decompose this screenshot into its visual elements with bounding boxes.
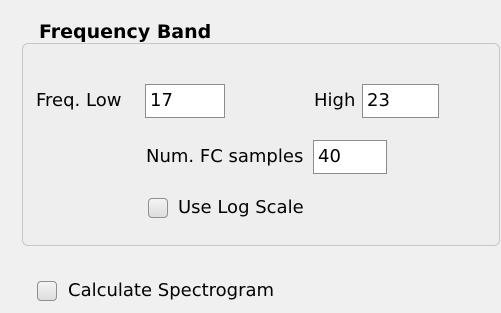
frequency-band-title: Frequency Band xyxy=(34,21,217,43)
calculate-spectrogram-box[interactable] xyxy=(37,281,57,301)
freq-low-input[interactable]: 17 xyxy=(145,84,225,118)
calculate-spectrogram-label[interactable]: Calculate Spectrogram xyxy=(68,280,274,302)
high-input[interactable]: 23 xyxy=(362,84,439,118)
num-fc-samples-input[interactable]: 40 xyxy=(313,140,387,174)
use-log-scale-label[interactable]: Use Log Scale xyxy=(178,197,304,219)
num-fc-samples-label: Num. FC samples xyxy=(146,146,304,167)
use-log-scale-box[interactable] xyxy=(148,198,168,218)
freq-low-label: Freq. Low xyxy=(36,90,122,111)
high-label: High xyxy=(314,90,356,111)
